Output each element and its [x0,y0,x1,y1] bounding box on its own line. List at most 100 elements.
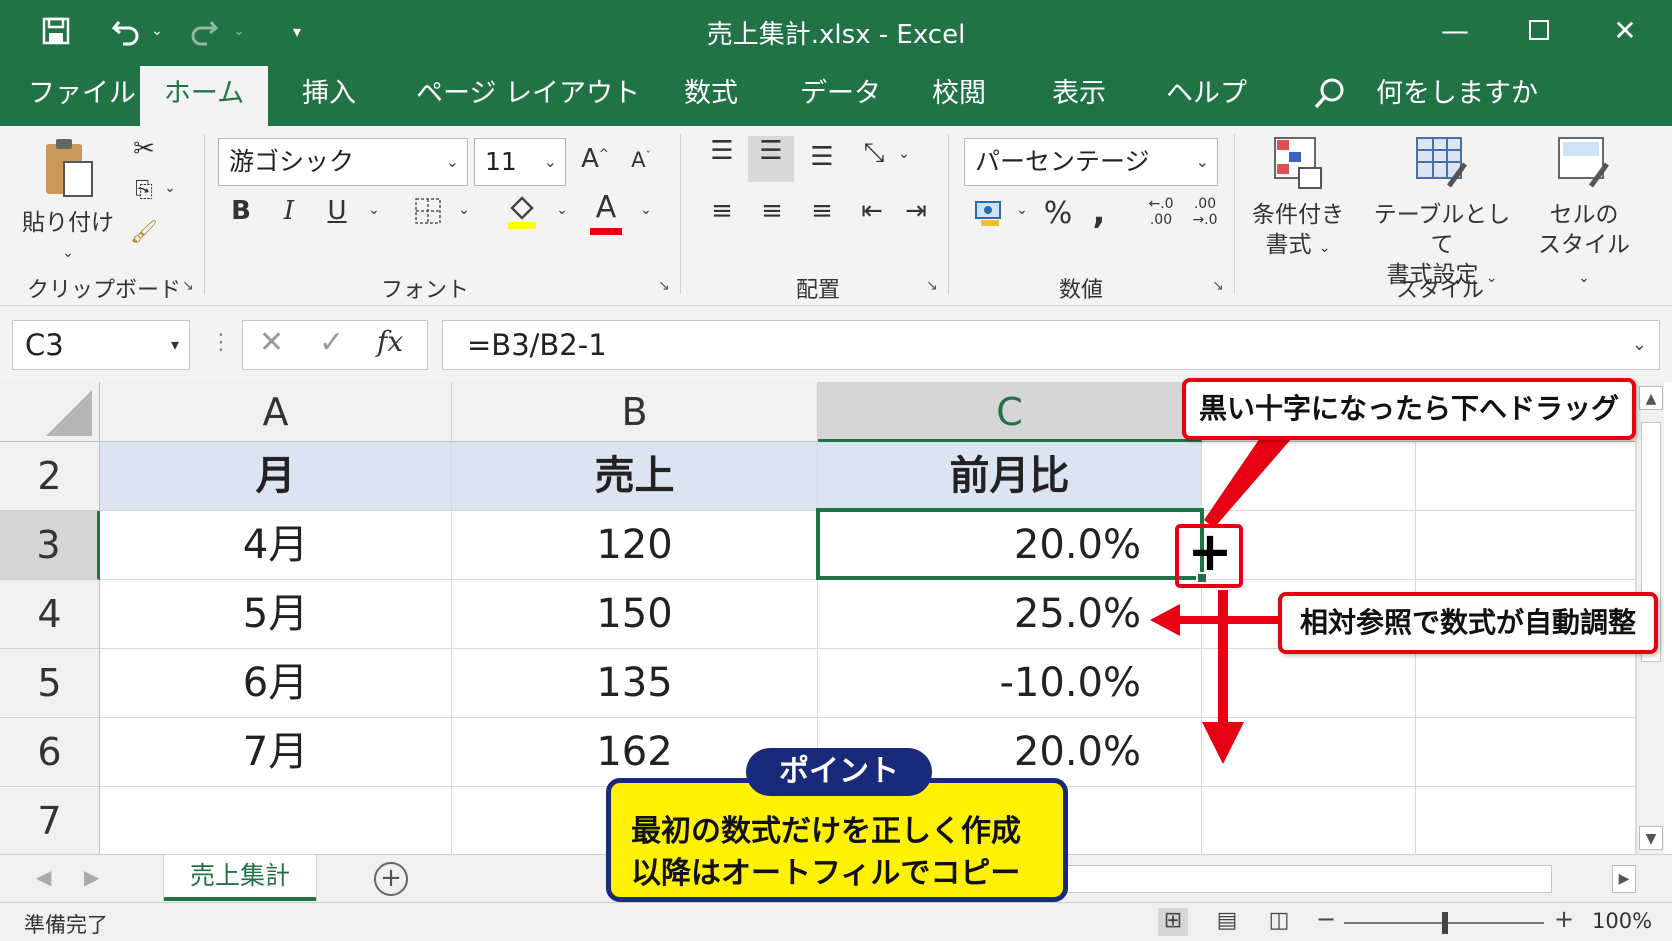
cell-c4[interactable]: 25.0% [818,580,1202,649]
tell-me-input[interactable]: 何をしますか [1376,62,1538,126]
accounting-format-icon[interactable] [970,196,1010,235]
grow-font-icon[interactable]: A^ [578,144,612,174]
scroll-down-icon[interactable]: ▼ [1639,826,1663,850]
number-format-select[interactable]: パーセンテージ ⌄ [964,138,1218,186]
percent-style-button[interactable]: % [1040,196,1076,231]
cell-d2[interactable] [1202,442,1416,511]
name-box[interactable]: C3 ▾ [12,320,190,370]
decrease-decimal-button[interactable]: .00 →.0 [1186,196,1224,228]
row-header[interactable]: 2 [0,442,100,511]
paste-button[interactable]: 貼り付け ⌄ [20,136,116,268]
tab-review[interactable]: 校閲 [932,62,986,126]
conditional-formatting-button[interactable]: 条件付き 書式 ⌄ [1246,134,1350,263]
clipboard-launcher-icon[interactable]: ↘ [182,278,194,294]
format-as-table-button[interactable]: テーブルとして 書式設定 ⌄ [1366,134,1518,293]
sheet-tab[interactable]: 売上集計 [164,855,316,901]
italic-button[interactable]: I [274,196,304,226]
align-top-icon[interactable]: ☰ [704,136,740,166]
font-color-icon[interactable]: A [588,190,624,235]
decrease-indent-icon[interactable]: ⇤ [854,196,890,226]
align-right-icon[interactable]: ≡ [804,196,840,226]
scroll-up-icon[interactable]: ▲ [1639,386,1663,410]
comma-style-button[interactable]: , [1086,192,1112,232]
font-color-dropdown-icon[interactable]: ⌄ [636,202,656,218]
cell-d7[interactable] [1202,787,1416,854]
cell-e2[interactable] [1416,442,1636,511]
tab-formulas[interactable]: 数式 [684,62,738,126]
copy-icon[interactable]: ⎘ [126,178,162,203]
increase-decimal-button[interactable]: ←.0 .00 [1142,196,1180,228]
cell-d5[interactable] [1202,649,1416,718]
cell-b3[interactable]: 120 [452,511,818,580]
cell-styles-button[interactable]: セルの スタイル ⌄ [1530,134,1638,293]
cell-a4[interactable]: 5月 [100,580,452,649]
tab-data[interactable]: データ [800,62,881,126]
fill-color-icon[interactable] [504,192,540,237]
cell-b4[interactable]: 150 [452,580,818,649]
borders-dropdown-icon[interactable]: ⌄ [454,202,474,218]
select-all-button[interactable] [0,382,100,442]
add-sheet-icon[interactable]: + [374,862,408,896]
minimize-icon[interactable]: — [1430,10,1480,50]
scroll-right-icon[interactable]: ▶ [1612,865,1636,893]
column-header-c[interactable]: C [818,382,1202,442]
cell-b5[interactable]: 135 [452,649,818,718]
row-header[interactable]: 6 [0,718,100,787]
cut-icon[interactable]: ✂ [126,134,162,164]
page-layout-view-icon[interactable]: ▤ [1212,908,1242,936]
underline-button[interactable]: U [322,196,352,226]
align-center-icon[interactable]: ≡ [754,196,790,226]
enter-icon[interactable]: ✓ [319,325,344,360]
orientation-icon[interactable]: ⤡ [856,138,892,169]
tab-home[interactable]: ホーム [140,66,268,126]
prev-sheet-icon[interactable]: ◀ [36,865,51,889]
cell-a7[interactable] [100,787,452,854]
tab-page-layout[interactable]: ページ レイアウト [416,62,640,126]
accounting-dropdown-icon[interactable]: ⌄ [1012,202,1032,218]
next-sheet-icon[interactable]: ▶ [84,865,99,889]
horizontal-scrollbar[interactable] [1060,865,1552,893]
cell-a6[interactable]: 7月 [100,718,452,787]
page-break-view-icon[interactable]: ◫ [1264,908,1294,936]
column-header-b[interactable]: B [452,382,818,442]
tab-file[interactable]: ファイル [28,62,136,126]
font-launcher-icon[interactable]: ↘ [658,278,670,294]
row-header[interactable]: 3 [0,511,100,580]
number-launcher-icon[interactable]: ↘ [1212,278,1224,294]
underline-dropdown-icon[interactable]: ⌄ [364,202,384,218]
orientation-dropdown-icon[interactable]: ⌄ [894,146,914,162]
cell-a2[interactable]: 月 [100,442,452,511]
zoom-out-icon[interactable]: − [1316,905,1336,933]
normal-view-icon[interactable]: ⊞ [1158,908,1188,936]
cell-b2[interactable]: 売上 [452,442,818,511]
row-header[interactable]: 7 [0,787,100,854]
zoom-slider-thumb[interactable] [1442,912,1448,934]
tab-help[interactable]: ヘルプ [1166,62,1247,126]
cancel-icon[interactable]: ✕ [259,325,284,360]
column-header-a[interactable]: A [100,382,452,442]
cell-c2[interactable]: 前月比 [818,442,1202,511]
shrink-font-icon[interactable]: Aˇ [624,148,658,172]
cell-e7[interactable] [1416,787,1636,854]
font-name-select[interactable]: 游ゴシック ⌄ [218,138,468,186]
borders-icon[interactable] [410,196,446,233]
search-icon[interactable] [1312,76,1348,112]
cell-a5[interactable]: 6月 [100,649,452,718]
fill-color-dropdown-icon[interactable]: ⌄ [552,202,572,218]
row-header[interactable]: 5 [0,649,100,718]
cell-a3[interactable]: 4月 [100,511,452,580]
formula-input[interactable]: =B3/B2-1 ⌄ [442,320,1660,370]
expand-formula-icon[interactable]: ⌄ [1632,321,1647,369]
row-header[interactable]: 4 [0,580,100,649]
maximize-icon[interactable] [1514,10,1564,50]
alignment-launcher-icon[interactable]: ↘ [926,278,938,294]
font-size-select[interactable]: 11 ⌄ [474,138,566,186]
align-middle-icon[interactable]: ☰ [748,136,794,182]
zoom-in-icon[interactable]: + [1554,905,1574,933]
align-bottom-icon[interactable]: ☰ [804,142,840,172]
cell-e3[interactable] [1416,511,1636,580]
bold-button[interactable]: B [226,196,256,226]
align-left-icon[interactable]: ≡ [704,196,740,226]
cell-c5[interactable]: -10.0% [818,649,1202,718]
cell-e6[interactable] [1416,718,1636,787]
